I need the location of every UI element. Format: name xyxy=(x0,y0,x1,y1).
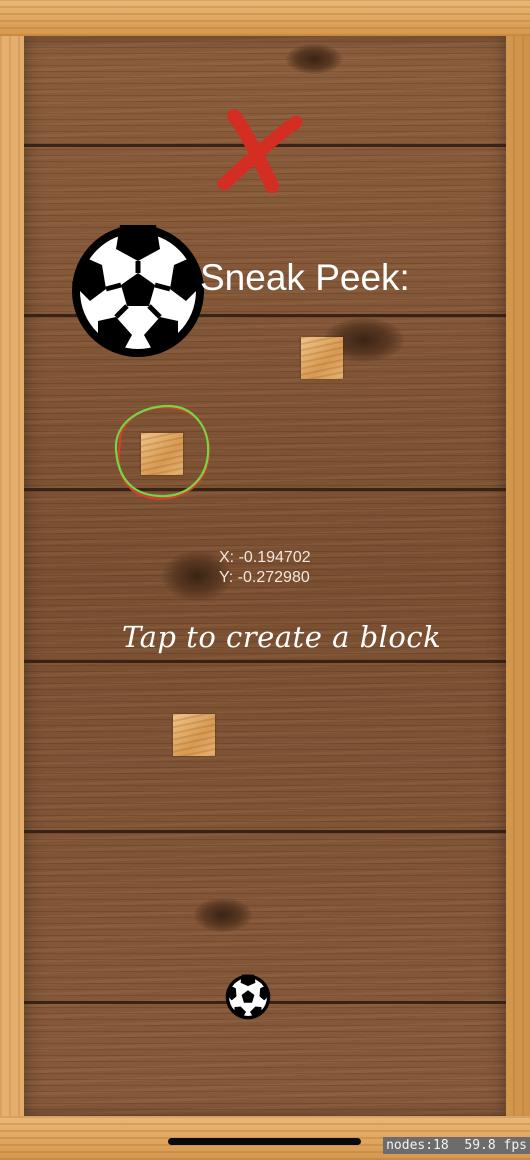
node-count: nodes:18 xyxy=(386,1138,449,1153)
close-x-icon[interactable] xyxy=(214,109,304,196)
game-scene[interactable]: Sneak Peek: X: -0.194702 Y: -0.272980 Ta… xyxy=(0,0,530,1160)
debug-stats: nodes:18 59.8 fps xyxy=(383,1137,530,1154)
coordinate-x: X: -0.194702 xyxy=(219,549,311,566)
plank-seam xyxy=(24,488,506,491)
tap-hint: Tap to create a block xyxy=(122,620,442,654)
soccer-ball-icon[interactable] xyxy=(225,974,271,1020)
wood-knot xyxy=(286,44,342,74)
plank-seam xyxy=(24,660,506,663)
wood-block-selected[interactable] xyxy=(141,433,183,475)
wood-block[interactable] xyxy=(173,714,215,756)
wood-block[interactable] xyxy=(301,337,343,379)
plank-seam xyxy=(24,830,506,833)
wood-knot xyxy=(194,898,252,932)
soccer-ball-icon xyxy=(72,225,204,357)
home-indicator[interactable] xyxy=(168,1138,361,1145)
wood-frame-top xyxy=(0,0,530,36)
coordinate-y: Y: -0.272980 xyxy=(219,569,310,586)
sneak-peek-title: Sneak Peek: xyxy=(200,257,410,298)
fps-counter: 59.8 fps xyxy=(464,1138,527,1153)
